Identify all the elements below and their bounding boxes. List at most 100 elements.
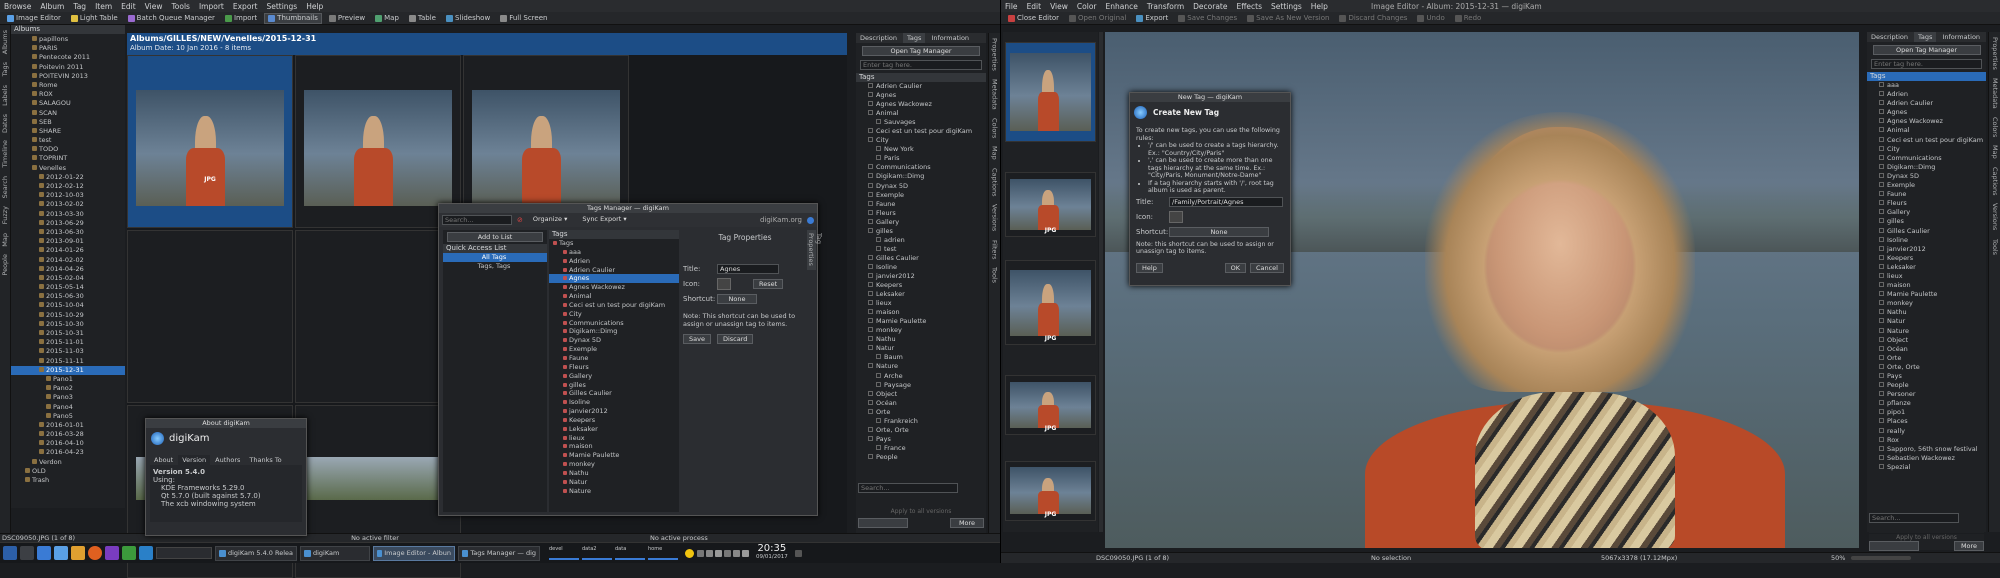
- tag-checkbox[interactable]: [876, 146, 881, 152]
- menu-color[interactable]: Color: [1077, 2, 1097, 11]
- tag-manager-item[interactable]: Nature: [549, 487, 679, 496]
- clock[interactable]: 20:35 09/01/2017: [756, 544, 788, 561]
- menu-album[interactable]: Album: [40, 2, 64, 11]
- album-item[interactable]: TODO: [11, 145, 125, 154]
- quick-access-tags-tags[interactable]: Tags, Tags: [443, 262, 547, 271]
- album-item[interactable]: 2015-11-11: [11, 357, 125, 366]
- album-item[interactable]: Venelles: [11, 164, 125, 173]
- tag-manager-item[interactable]: Faune: [549, 354, 679, 363]
- tag-checkbox[interactable]: [868, 209, 873, 215]
- sidebar-tab-tags[interactable]: Tags: [1, 59, 9, 79]
- menu-enhance[interactable]: Enhance: [1106, 2, 1138, 11]
- new-tag-title-input[interactable]: /Family/Portrait/Agnes: [1169, 196, 1283, 207]
- tag-item[interactable]: test: [856, 245, 986, 254]
- tag-checkbox[interactable]: [1879, 445, 1884, 451]
- disk-meter-data2[interactable]: data2: [582, 546, 612, 560]
- tag-item[interactable]: Animal: [1867, 126, 1986, 135]
- clipboard-icon[interactable]: [697, 549, 704, 557]
- tag-checkbox[interactable]: [868, 426, 873, 432]
- album-item[interactable]: SEB: [11, 118, 125, 127]
- toolbar-light-table[interactable]: Light Table: [68, 13, 121, 24]
- tag-item[interactable]: City: [1867, 145, 1986, 154]
- album-item[interactable]: SALAGOU: [11, 99, 125, 108]
- tag-checkbox[interactable]: [868, 318, 873, 324]
- tag-item[interactable]: Pays: [1867, 372, 1986, 381]
- album-item[interactable]: Pano2: [11, 384, 125, 393]
- tag-manager-item[interactable]: Keepers: [549, 416, 679, 425]
- filmstrip-thumb[interactable]: JPG: [1005, 172, 1096, 237]
- tag-checkbox[interactable]: [868, 345, 873, 351]
- sidebar-tab-map[interactable]: Map: [1991, 142, 1999, 162]
- tag-item[interactable]: Agnes Wackowez: [1867, 117, 1986, 126]
- sidebar-tab-versions[interactable]: Versions: [1991, 200, 1999, 233]
- about-tab-authors[interactable]: Authors: [211, 455, 244, 465]
- tag-checkbox[interactable]: [1879, 409, 1884, 415]
- tag-item[interactable]: Agnes: [856, 91, 986, 100]
- ok-button[interactable]: OK: [1224, 262, 1246, 273]
- tag-item[interactable]: gilles: [856, 227, 986, 236]
- sync-export-menu[interactable]: Sync Export ▾: [577, 215, 631, 225]
- open-tag-manager-button[interactable]: Open Tag Manager: [862, 46, 980, 56]
- album-item[interactable]: SCAN: [11, 109, 125, 118]
- tag-item[interactable]: People: [856, 453, 986, 462]
- tag-item[interactable]: Océan: [856, 399, 986, 408]
- tag-checkbox[interactable]: [868, 110, 873, 116]
- album-item[interactable]: ROX: [11, 90, 125, 99]
- tag-manager-item[interactable]: Agnes: [549, 274, 679, 284]
- editor-more-button[interactable]: More: [1954, 541, 1984, 551]
- apply-button[interactable]: [858, 518, 908, 528]
- notifications-icon[interactable]: [742, 549, 749, 557]
- album-item[interactable]: OLD: [11, 467, 125, 476]
- tag-manager-item[interactable]: Gallery: [549, 372, 679, 381]
- tag-manager-item[interactable]: Exemple: [549, 345, 679, 354]
- tag-item[interactable]: Keepers: [1867, 254, 1986, 263]
- editor-toolbar-save-changes[interactable]: Save Changes: [1175, 13, 1240, 24]
- tag-checkbox[interactable]: [1879, 254, 1884, 260]
- tag-item[interactable]: Mamie Paulette: [1867, 290, 1986, 299]
- sidebar-tab-filters[interactable]: Filters: [991, 237, 999, 262]
- tag-item[interactable]: City: [856, 136, 986, 145]
- tag-item[interactable]: Keepers: [856, 281, 986, 290]
- tag-item[interactable]: pipo1: [1867, 408, 1986, 417]
- tag-item[interactable]: lieux: [856, 299, 986, 308]
- tag-item[interactable]: really: [1867, 427, 1986, 436]
- album-item[interactable]: Pano3: [11, 393, 125, 402]
- album-item[interactable]: 2015-10-29: [11, 311, 125, 320]
- battery-icon[interactable]: [724, 549, 731, 557]
- tag-item[interactable]: maison: [856, 308, 986, 317]
- tag-checkbox[interactable]: [868, 399, 873, 405]
- tag-checkbox[interactable]: [1879, 345, 1884, 351]
- tag-manager-item[interactable]: Adrien Caulier: [549, 266, 679, 275]
- tag-manager-item[interactable]: Natur: [549, 478, 679, 487]
- tag-checkbox[interactable]: [868, 390, 873, 396]
- tag-checkbox[interactable]: [1879, 218, 1884, 224]
- sidebar-tab-map[interactable]: Map: [991, 143, 999, 163]
- tag-manager-item[interactable]: Gilles Caulier: [549, 389, 679, 398]
- editor-toolbar-export[interactable]: Export: [1133, 13, 1171, 24]
- tag-checkbox[interactable]: [868, 282, 873, 288]
- tag-item[interactable]: monkey: [856, 326, 986, 335]
- album-item[interactable]: Pano1: [11, 375, 125, 384]
- album-item[interactable]: 2013-03-30: [11, 210, 125, 219]
- help-button[interactable]: Help: [1136, 262, 1163, 273]
- tag-item[interactable]: Animal: [856, 109, 986, 118]
- tag-checkbox[interactable]: [868, 363, 873, 369]
- new-tag-shortcut-button[interactable]: None: [1169, 226, 1269, 237]
- album-item[interactable]: 2016-04-10: [11, 439, 125, 448]
- tag-checkbox[interactable]: [1879, 118, 1884, 124]
- tag-checkbox[interactable]: [876, 245, 881, 251]
- discard-button[interactable]: Discard: [716, 334, 754, 344]
- menu-export[interactable]: Export: [233, 2, 258, 11]
- tag-item[interactable]: Ceci est un test pour digiKam: [1867, 136, 1986, 145]
- tag-manager-item[interactable]: City: [549, 310, 679, 319]
- menu-tools[interactable]: Tools: [171, 2, 189, 11]
- tag-checkbox[interactable]: [1879, 363, 1884, 369]
- sidebar-tab-search[interactable]: Search: [1, 173, 9, 201]
- sidebar-tab-labels[interactable]: Labels: [1, 82, 9, 109]
- menu-browse[interactable]: Browse: [4, 2, 31, 11]
- tag-item[interactable]: Gilles Caulier: [1867, 227, 1986, 236]
- apply-all-versions[interactable]: Apply to all versions: [858, 508, 984, 515]
- tag-icon-picker[interactable]: [717, 278, 731, 290]
- tag-item[interactable]: Personer: [1867, 390, 1986, 399]
- menu-help[interactable]: Help: [306, 2, 323, 11]
